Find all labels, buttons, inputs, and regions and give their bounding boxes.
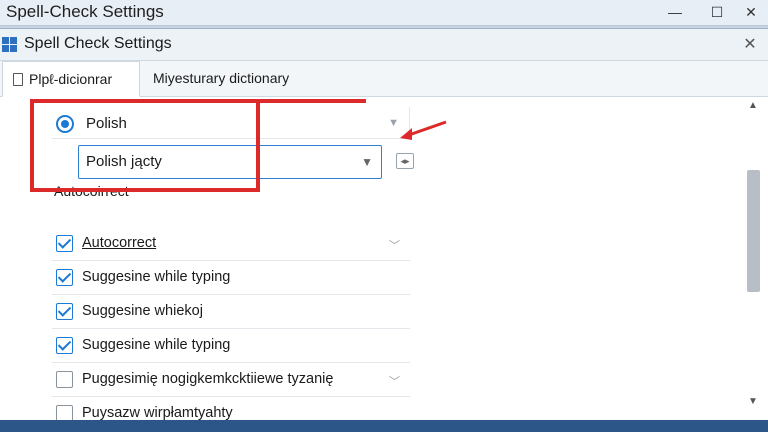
taskbar bbox=[0, 420, 768, 432]
option-row[interactable]: Autocorrect ﹀ bbox=[52, 227, 410, 261]
tab-bar: Plpℓ-dicionrar Miyesturary dictionary bbox=[0, 61, 768, 97]
option-row[interactable]: Suggesine whiekoj bbox=[52, 295, 410, 329]
dialog-title: Spell Check Settings bbox=[24, 35, 172, 52]
window-title: Spell-Check Settings bbox=[6, 2, 164, 21]
checkbox[interactable] bbox=[56, 337, 73, 354]
checkbox[interactable] bbox=[56, 303, 73, 320]
option-label: Autocorrect bbox=[82, 235, 157, 251]
scrollbar-thumb[interactable] bbox=[747, 170, 760, 292]
scroll-down-icon[interactable]: ▼ bbox=[746, 396, 760, 410]
expand-icon[interactable]: ◂▸ bbox=[396, 153, 414, 169]
spell-check-dialog: Spell Check Settings ✕ Plpℓ-dicionrar Mi… bbox=[0, 28, 768, 422]
chevron-down-icon[interactable]: ▼ bbox=[361, 155, 373, 169]
checkbox[interactable] bbox=[56, 269, 73, 286]
option-label: Puggesimię nogigkemkcktiiewe tyzanię bbox=[82, 371, 334, 387]
window-titlebar: Spell-Check Settings — ☐ ✕ bbox=[0, 0, 768, 26]
option-label: Suggesine while typing bbox=[82, 337, 231, 353]
option-row[interactable]: Suggesine while typing bbox=[52, 261, 410, 295]
option-label: Puysazw wirpłamtyahty bbox=[82, 405, 233, 421]
tab-my-dictionary[interactable]: Miyesturary dictionary bbox=[143, 61, 343, 97]
app-icon bbox=[2, 37, 18, 53]
window-close-button[interactable]: ✕ bbox=[736, 2, 766, 22]
option-label: Suggesine while typing bbox=[82, 269, 231, 285]
tab-label: Miyesturary dictionary bbox=[153, 70, 290, 86]
tab-personal-dictionary[interactable]: Plpℓ-dicionrar bbox=[2, 61, 140, 97]
dialog-titlebar: Spell Check Settings ✕ bbox=[0, 29, 768, 61]
checkbox[interactable] bbox=[56, 235, 73, 252]
scroll-up-icon[interactable]: ▲ bbox=[746, 100, 760, 114]
chevron-down-icon[interactable]: ﹀ bbox=[389, 373, 400, 389]
option-row[interactable]: Suggesine while typing bbox=[52, 329, 410, 363]
maximize-button[interactable]: ☐ bbox=[702, 2, 732, 22]
minimize-button[interactable]: — bbox=[660, 2, 690, 22]
chevron-down-icon[interactable]: ﹀ bbox=[389, 237, 400, 253]
option-label: Suggesine whiekoj bbox=[82, 303, 203, 319]
annotation-box bbox=[30, 99, 260, 192]
dialog-close-button[interactable]: ✕ bbox=[738, 34, 762, 56]
tab-label: Plpℓ-dicionrar bbox=[29, 71, 113, 87]
checkbox[interactable] bbox=[56, 371, 73, 388]
clipboard-icon bbox=[13, 73, 23, 86]
option-row[interactable]: Puggesimię nogigkemkcktiiewe tyzanię ﹀ bbox=[52, 363, 410, 397]
annotation-arrow-icon bbox=[400, 120, 447, 140]
